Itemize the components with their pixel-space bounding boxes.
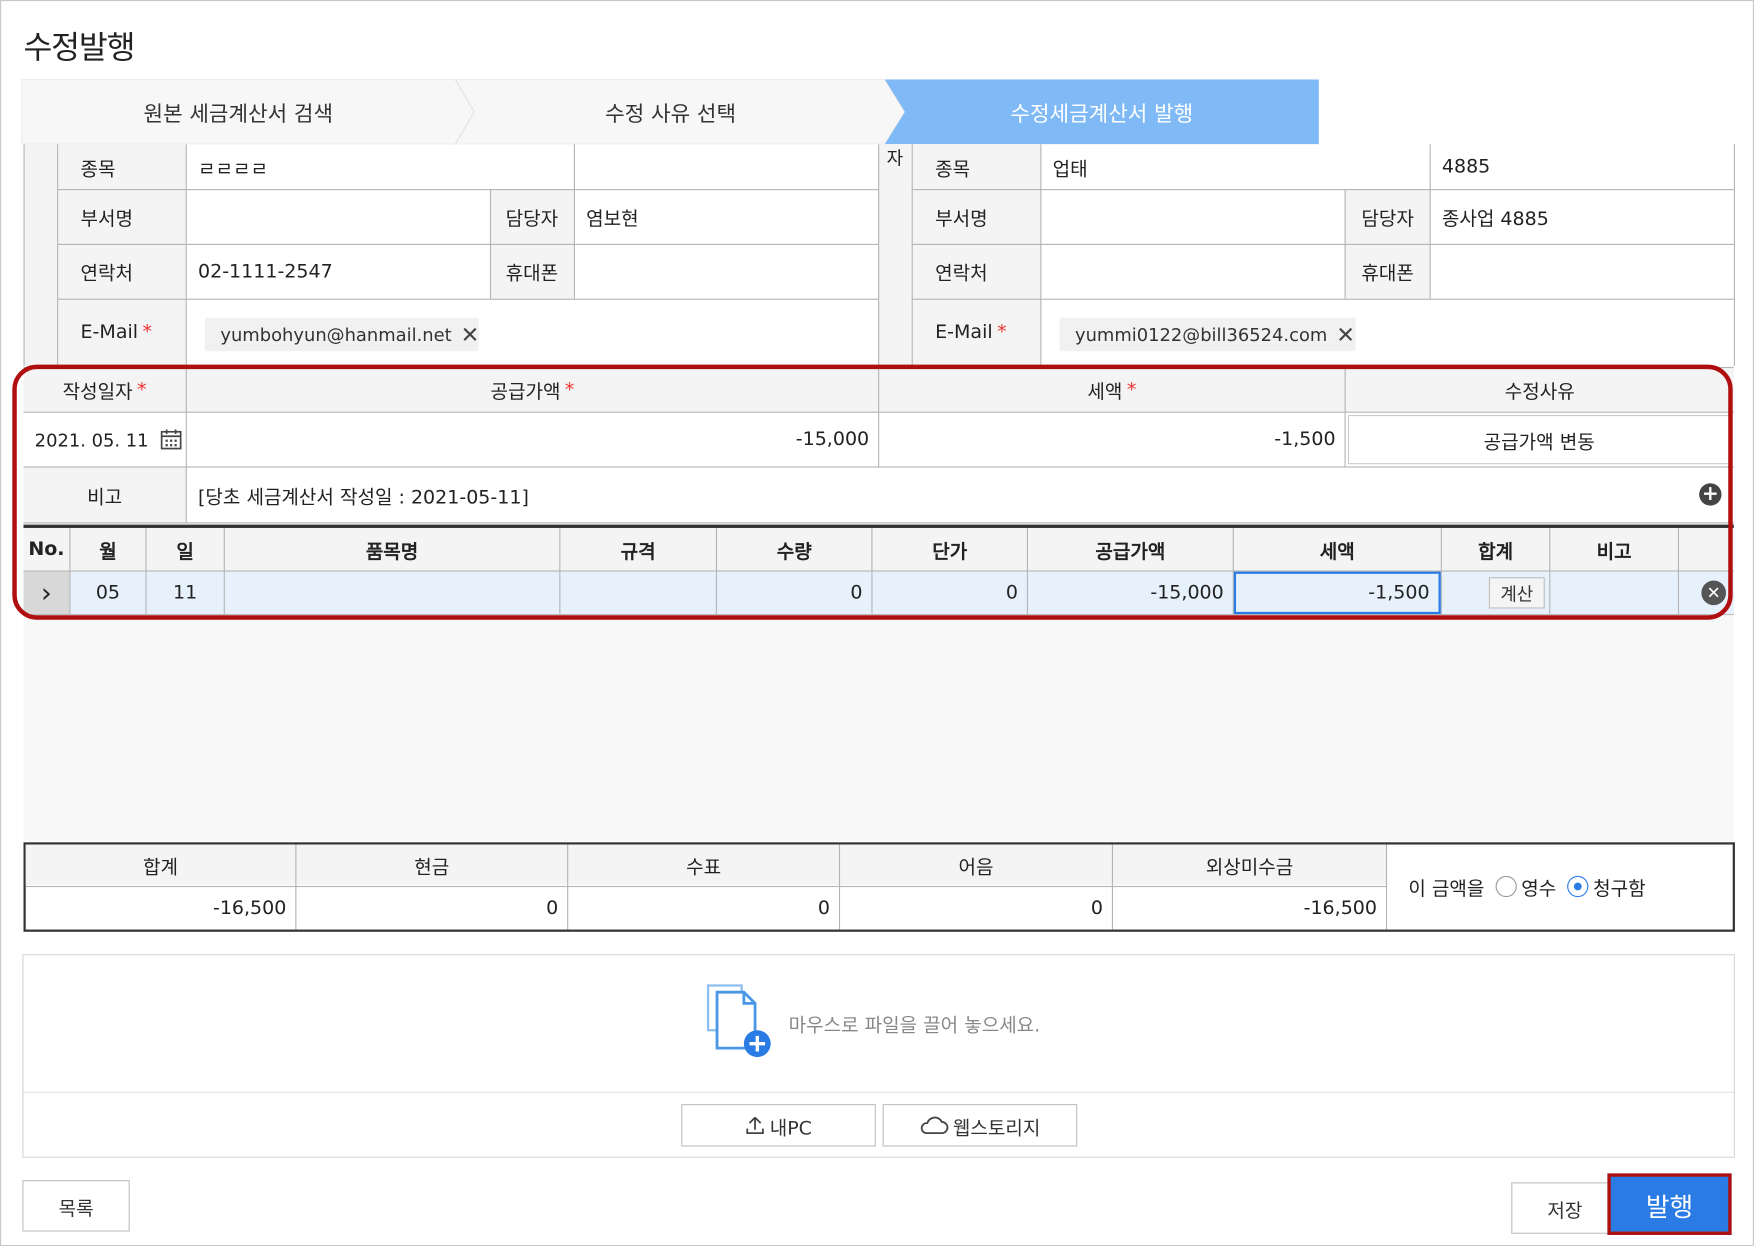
- totals-cash-input[interactable]: 0: [296, 887, 567, 930]
- supplier-side-strip: [23, 144, 58, 366]
- items-empty-area: [23, 615, 1734, 842]
- buyer-manager-label: 담당자: [1361, 208, 1414, 231]
- buyer-mobile-label: 휴대폰: [1361, 262, 1414, 286]
- supplier-email-chip[interactable]: yumbohyun@hanmail.net ✕: [204, 317, 480, 352]
- supplier-dept-label: 부서명: [80, 208, 134, 231]
- webstorage-button[interactable]: 웹스토리지: [882, 1104, 1078, 1147]
- buyer-side-char: 자: [886, 147, 904, 169]
- totals-sum-value: -16,500: [212, 897, 287, 920]
- save-button[interactable]: 저장: [1511, 1182, 1619, 1234]
- supplier-mobile-label: 휴대폰: [505, 262, 559, 286]
- buyer-manager-input[interactable]: 종사업 4885: [1431, 189, 1733, 244]
- supplier-mobile-input[interactable]: [575, 244, 877, 299]
- step-search-original: 원본 세금계산서 검색: [143, 101, 334, 126]
- receipt-label[interactable]: 영수: [1521, 872, 1556, 900]
- totals-header-cash: 현금: [414, 856, 450, 879]
- highlight-box: [12, 364, 1733, 620]
- buyer-extra-value[interactable]: 4885: [1431, 144, 1733, 189]
- totals-header-receivable: 외상미수금: [1205, 856, 1294, 879]
- claim-radio[interactable]: [1567, 875, 1589, 897]
- buyer-jongmok-value[interactable]: 업태: [1041, 144, 1421, 189]
- supplier-dept-input[interactable]: [187, 189, 489, 244]
- totals-header-check: 수표: [686, 856, 722, 879]
- remove-email-icon[interactable]: ✕: [461, 321, 480, 348]
- claim-label[interactable]: 청구함: [1593, 872, 1645, 900]
- receipt-radio[interactable]: [1495, 875, 1517, 897]
- supplier-jongmok-label: 종목: [80, 158, 116, 181]
- supplier-jongmok-value[interactable]: ㄹㄹㄹㄹ: [187, 144, 567, 189]
- step-select-reason: 수정 사유 선택: [605, 101, 737, 126]
- buyer-dept-input[interactable]: [1041, 189, 1343, 244]
- amount-type-label: 이 금액을: [1408, 877, 1485, 900]
- buyer-jongmok-label: 종목: [935, 158, 971, 181]
- supplier-contact-label: 연락처: [80, 262, 134, 286]
- supplier-manager-label: 담당자: [505, 208, 559, 231]
- file-add-icon: [706, 984, 771, 1058]
- mypc-button[interactable]: 내PC: [681, 1104, 876, 1147]
- buyer-side-strip: [878, 144, 912, 366]
- page-title: 수정발행: [23, 29, 135, 66]
- revision-issue-page: 수정발행 원본 세금계산서 검색 수정 사유 선택 수정세금계산서 발행 종목 …: [0, 0, 1754, 1246]
- supplier-manager-input[interactable]: 염보현: [575, 189, 877, 244]
- totals-receivable-input[interactable]: -16,500: [1113, 887, 1386, 930]
- supplier-email-label: E-Mail *: [80, 321, 153, 344]
- totals-header-sum: 합계: [143, 856, 179, 879]
- drop-hint-text: 마우스로 파일을 끌어 놓으세요.: [788, 1014, 1041, 1037]
- upload-icon: [745, 1115, 765, 1135]
- buyer-dept-label: 부서명: [935, 208, 988, 231]
- step-issue-revised: 수정세금계산서 발행: [1010, 101, 1194, 126]
- list-button[interactable]: 목록: [22, 1180, 130, 1232]
- buyer-contact-input[interactable]: [1041, 244, 1343, 299]
- amount-type-radio-group: 이 금액을 영수 청구함: [1408, 865, 1732, 908]
- remove-email-icon[interactable]: ✕: [1336, 321, 1355, 348]
- buyer-email-chip[interactable]: yummi0122@bill36524.com ✕: [1059, 317, 1356, 352]
- supplier-contact-input[interactable]: 02-1111-2547: [187, 244, 489, 299]
- totals-check-input[interactable]: 0: [568, 887, 839, 930]
- cloud-icon: [919, 1115, 949, 1135]
- buyer-mobile-input[interactable]: [1431, 244, 1733, 299]
- issue-button[interactable]: 발행: [1611, 1177, 1728, 1231]
- buyer-email-label: E-Mail *: [935, 321, 1007, 344]
- buyer-contact-label: 연락처: [935, 262, 988, 286]
- totals-note-input[interactable]: 0: [840, 887, 1112, 930]
- totals-header-note: 어음: [958, 856, 994, 879]
